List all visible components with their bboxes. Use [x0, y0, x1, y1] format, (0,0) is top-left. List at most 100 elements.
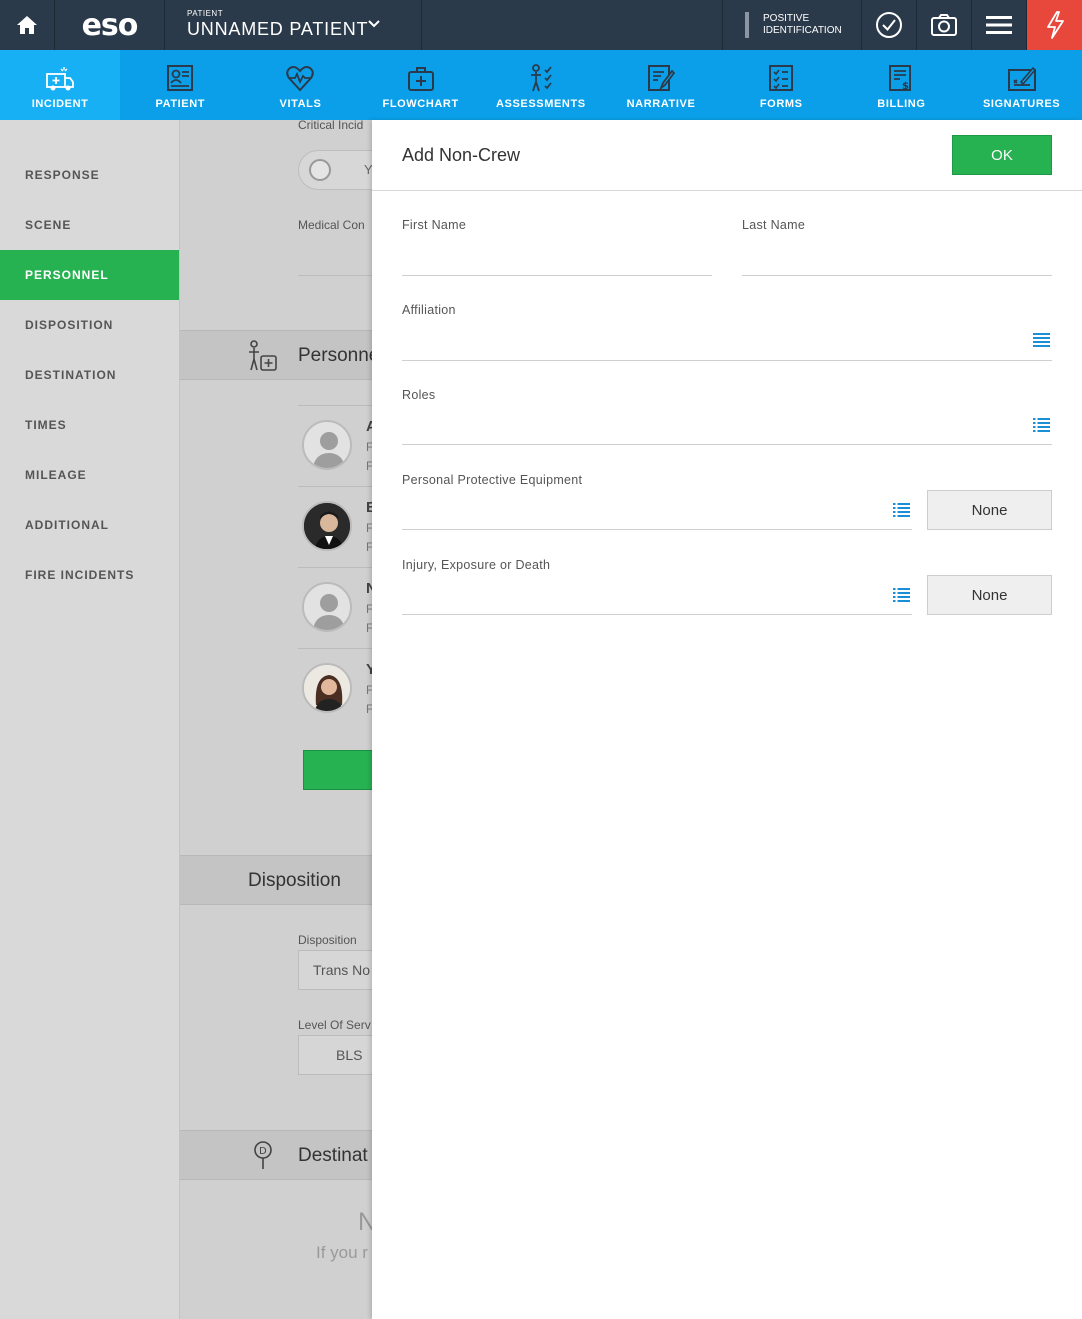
tab-incident[interactable]: INCIDENT [0, 50, 121, 120]
menu-button[interactable] [972, 0, 1027, 50]
sidebar-item-response[interactable]: RESPONSE [0, 150, 179, 200]
pencil-document-icon [648, 65, 676, 91]
avatar [302, 663, 352, 713]
medical-condition-label: Medical Con [298, 218, 365, 232]
tab-signatures-label: SIGNATURES [982, 98, 1061, 110]
tab-flowchart[interactable]: FLOWCHART [361, 50, 481, 120]
location-pin-icon: D [254, 1141, 272, 1169]
avatar [302, 582, 352, 632]
svg-text:D: D [259, 1146, 267, 1157]
hamburger-menu-icon [986, 16, 1012, 34]
panel-header: Add Non-Crew OK [372, 120, 1082, 191]
crew-card[interactable]: A F F [298, 405, 372, 485]
avatar [302, 420, 352, 470]
panel-title: Add Non-Crew [402, 145, 521, 165]
tab-assessments-label: ASSESSMENTS [495, 98, 586, 110]
add-crew-button[interactable] [303, 750, 372, 790]
list-picker-icon[interactable] [893, 587, 910, 602]
sidebar-item-destination[interactable]: DESTINATION [0, 350, 179, 400]
ppe-none-button[interactable]: None [927, 490, 1052, 530]
signature-icon [1007, 66, 1036, 91]
sidebar-item-additional[interactable]: ADDITIONAL [0, 500, 179, 550]
sidebar-item-scene[interactable]: SCENE [0, 200, 179, 250]
home-button[interactable] [0, 0, 55, 50]
last-name-field[interactable] [742, 275, 1052, 276]
tab-forms-label: FORMS [759, 98, 803, 110]
patient-card-icon [167, 65, 194, 91]
billing-document-icon: $ [889, 65, 912, 92]
disposition-label: Disposition [298, 933, 357, 947]
list-picker-icon[interactable] [1033, 417, 1050, 432]
tab-narrative-label: NARRATIVE [626, 98, 696, 110]
personnel-title: Personne [298, 345, 372, 366]
level-of-service-field[interactable]: BLS [298, 1035, 372, 1075]
positive-id-line1: POSITIVE [763, 13, 810, 24]
tab-patient[interactable]: PATIENT [120, 50, 240, 120]
medical-bag-icon [407, 67, 434, 91]
toggle-text: Y [364, 162, 372, 177]
positive-identification-button[interactable]: POSITIVE IDENTIFICATION [722, 0, 862, 50]
ppe-field[interactable] [402, 529, 912, 530]
sidebar-item-times[interactable]: TIMES [0, 400, 179, 450]
roles-field[interactable] [402, 444, 1052, 445]
destination-section-header: D Destinat [180, 1130, 372, 1180]
chevron-down-icon [368, 20, 380, 28]
level-of-service-label: Level Of Serv [298, 1018, 371, 1032]
patient-selector[interactable]: PATIENT UNNAMED PATIENT [165, 0, 422, 50]
camera-icon [931, 14, 957, 36]
crew-card[interactable]: E F F [298, 486, 372, 566]
tab-flowchart-label: FLOWCHART [382, 98, 459, 110]
first-name-label: First Name [402, 218, 467, 232]
roles-label: Roles [402, 388, 436, 402]
tab-billing[interactable]: $ BILLING [841, 50, 961, 120]
sidebar-item-mileage[interactable]: MILEAGE [0, 450, 179, 500]
tab-narrative[interactable]: NARRATIVE [601, 50, 721, 120]
status-bar [745, 12, 749, 38]
tab-signatures[interactable]: SIGNATURES [962, 50, 1082, 120]
sidebar-item-fire-incidents[interactable]: FIRE INCIDENTS [0, 550, 179, 600]
toggle-knob [309, 159, 331, 181]
disposition-field[interactable]: Trans No [298, 950, 372, 990]
ok-button[interactable]: OK [952, 135, 1052, 175]
heart-pulse-icon [286, 66, 315, 92]
background-form: Critical Incid Y Medical Con Personne A … [180, 120, 372, 1319]
injury-label: Injury, Exposure or Death [402, 558, 551, 572]
top-bar: eso PATIENT UNNAMED PATIENT POSITIVE IDE… [0, 0, 1082, 50]
personnel-icon [249, 340, 277, 371]
tab-forms[interactable]: FORMS [721, 50, 841, 120]
personnel-section-header: Personne [180, 330, 372, 380]
affiliation-field[interactable] [402, 360, 1052, 361]
last-name-label: Last Name [742, 218, 806, 232]
affiliation-label: Affiliation [402, 303, 456, 317]
tab-patient-label: PATIENT [155, 98, 206, 110]
medical-condition-input[interactable] [298, 275, 372, 276]
checkmark-circle-icon [876, 12, 902, 38]
disposition-section-header: Disposition [180, 855, 372, 905]
flash-button[interactable] [1027, 0, 1082, 50]
tab-vitals-label: VITALS [279, 98, 322, 110]
injury-field[interactable] [402, 614, 912, 615]
sidebar-item-personnel[interactable]: PERSONNEL [0, 250, 179, 300]
destination-title: Destinat [298, 1145, 368, 1166]
svg-text:$: $ [902, 81, 910, 92]
validate-button[interactable] [862, 0, 917, 50]
crew-card[interactable]: N F F [298, 567, 372, 647]
list-picker-icon[interactable] [893, 502, 910, 517]
section-tabs: INCIDENT PATIENT VITALS FLOWCHART ASSESS… [0, 50, 1082, 120]
home-icon [17, 16, 37, 34]
tab-incident-label: INCIDENT [31, 98, 89, 110]
ambulance-icon [46, 67, 74, 91]
camera-button[interactable] [917, 0, 972, 50]
crew-card[interactable]: Y F F [298, 648, 372, 728]
critical-incident-toggle[interactable]: Y [298, 150, 372, 190]
tab-assessments[interactable]: ASSESSMENTS [481, 50, 601, 120]
empty-state-title: N [358, 1208, 372, 1236]
list-picker-icon[interactable] [1033, 332, 1050, 347]
avatar [302, 501, 352, 551]
sidebar-item-disposition[interactable]: DISPOSITION [0, 300, 179, 350]
disposition-title: Disposition [248, 870, 341, 891]
injury-none-button[interactable]: None [927, 575, 1052, 615]
tab-vitals[interactable]: VITALS [240, 50, 360, 120]
first-name-field[interactable] [402, 275, 712, 276]
body-checklist-icon [530, 64, 552, 92]
